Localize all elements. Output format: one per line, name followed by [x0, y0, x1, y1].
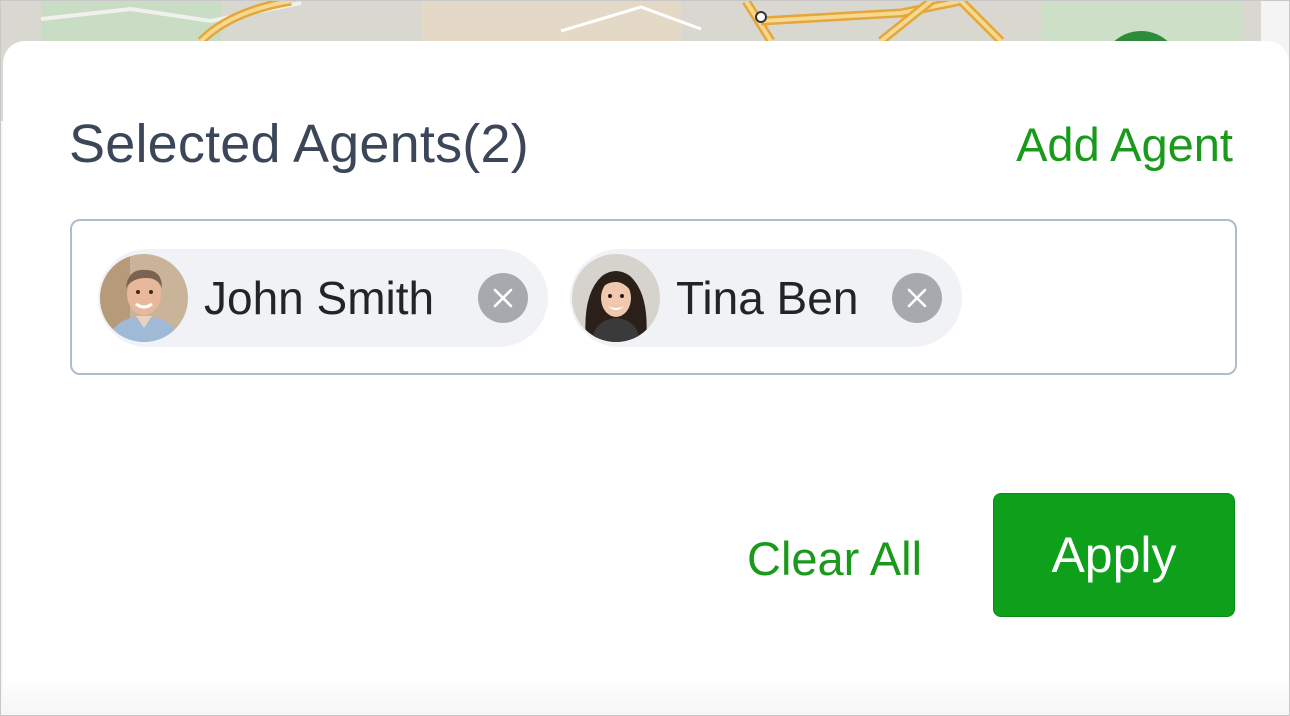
apply-button[interactable]: Apply	[993, 493, 1235, 617]
john-smith-avatar	[100, 254, 188, 342]
close-icon[interactable]	[892, 273, 942, 323]
agent-name: Tina Ben	[676, 272, 859, 324]
screen-frame: Selected Agents(2) Add Agent John Smith	[0, 0, 1290, 716]
clear-all-button[interactable]: Clear All	[747, 531, 922, 587]
sheet-bottom-edge	[3, 675, 1289, 715]
tina-ben-avatar	[572, 254, 660, 342]
selected-agents-field[interactable]: John Smith Tina Ben	[70, 219, 1237, 375]
agent-chip: Tina Ben	[570, 249, 962, 347]
agent-chip: John Smith	[98, 249, 548, 347]
agent-name: John Smith	[204, 272, 435, 324]
panel-title: Selected Agents(2)	[69, 114, 529, 174]
add-agent-button[interactable]: Add Agent	[1016, 117, 1233, 173]
close-icon[interactable]	[478, 273, 528, 323]
